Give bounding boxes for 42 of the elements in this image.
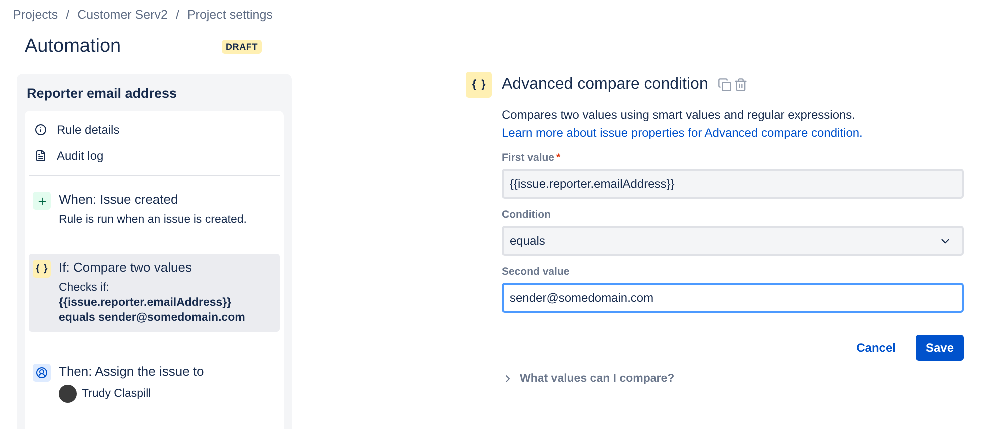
condition-select[interactable]: equals	[502, 226, 964, 256]
required-asterisk: *	[556, 152, 561, 164]
field-label: Second value	[502, 266, 570, 278]
step-title: If: Compare two values	[59, 260, 193, 275]
rule-menu-item[interactable]: Rule details	[29, 117, 280, 143]
field-label: First value	[502, 152, 555, 164]
status-badge: DRAFT	[222, 40, 262, 54]
delete-icon[interactable]	[734, 78, 748, 92]
copy-icon[interactable]	[718, 78, 732, 92]
assignee-name: Trudy Claspill	[82, 388, 152, 400]
editor-title: Advanced compare condition	[502, 76, 708, 94]
breadcrumb-separator: /	[176, 8, 180, 22]
learn-more-link[interactable]: Learn more about issue properties for Advanced compare condition.	[502, 126, 863, 140]
step-description: Checks if: {{issue.reporter.emailAddress}} equals sender@somedomain.com	[59, 280, 246, 326]
rule-menu-item[interactable]: Audit log	[29, 143, 280, 169]
step-title: When: Issue created	[59, 192, 180, 207]
input-field[interactable]: sender@somedomain.com	[502, 283, 964, 313]
braces-icon	[33, 260, 51, 278]
breadcrumb-link[interactable]: Project settings	[187, 8, 273, 22]
field-value[interactable]: equals	[510, 234, 939, 248]
field-label: Condition	[502, 209, 551, 221]
breadcrumb-link[interactable]: Customer Serv2	[78, 8, 168, 22]
editor-description: Compares two values using smart values and regular expressions. Learn more about issue properties for Advanced compare condition.	[502, 107, 864, 142]
braces-icon	[466, 72, 492, 98]
breadcrumb-link[interactable]: Projects	[13, 8, 58, 22]
avatar	[59, 384, 77, 403]
document-icon	[35, 150, 47, 162]
rule-name: Reporter email address	[26, 85, 178, 103]
user-icon	[33, 364, 51, 382]
plus-icon	[33, 192, 51, 210]
help-toggle[interactable]: What values can I compare?	[502, 373, 675, 385]
info-icon	[35, 124, 47, 136]
page-title: Automation	[25, 36, 122, 58]
breadcrumb-separator: /	[66, 8, 70, 22]
input-field[interactable]: {{issue.reporter.emailAddress}}	[502, 169, 964, 199]
save-button[interactable]: Save	[916, 335, 964, 361]
step-description: Rule is run when an issue is created.	[59, 213, 247, 228]
field-value[interactable]: {{issue.reporter.emailAddress}}	[510, 177, 952, 191]
cancel-button[interactable]: Cancel	[846, 335, 906, 361]
rule-step[interactable]: If: Compare two values Checks if: {{issue.reporter.emailAddress}} equals sender@somedomain.com	[29, 254, 280, 332]
step-title: Then: Assign the issue to	[59, 364, 204, 379]
field-value[interactable]: sender@somedomain.com	[510, 291, 952, 305]
